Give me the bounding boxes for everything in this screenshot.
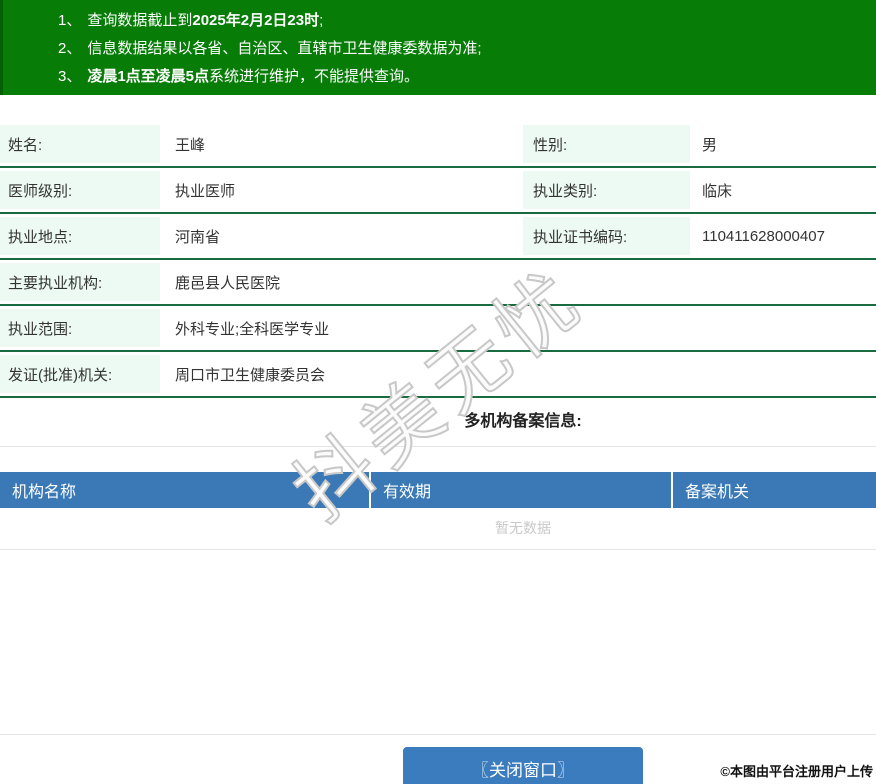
notice-number: 3、 <box>58 68 82 85</box>
field-value-practice-scope: 外科专业;全科医学专业 <box>175 320 330 338</box>
field-label-doctor-level: 医师级别: <box>0 168 160 212</box>
table-row: 主要执业机构: 鹿邑县人民医院 <box>0 260 876 306</box>
field-label-practice-category: 执业类别: <box>523 168 690 212</box>
record-table-header-authority: 备案机关 <box>685 484 750 501</box>
field-label-text: 执业类别: <box>533 182 598 200</box>
field-label-text: 执业地点: <box>8 228 73 246</box>
table-row: 姓名: 王峰 性别: 男 <box>0 122 876 168</box>
query-result-page: 1、 查询数据截止到2025年2月2日23时; 2、 信息数据结果以各省、自治区、直… <box>0 0 876 784</box>
record-table-empty-state: 暂无数据 <box>0 508 876 550</box>
table-row: 发证(批准)机关: 周口市卫生健康委员会 <box>0 352 876 398</box>
field-label-gender: 性别: <box>523 122 690 166</box>
notice-text-bold: 凌晨1点至凌晨5点 <box>87 68 210 85</box>
notice-text: 信息数据结果以各省、自治区、直辖市卫生健康委数据为准; <box>87 40 482 57</box>
footer-divider <box>0 734 876 735</box>
record-table-header-validity: 有效期 <box>371 472 673 508</box>
field-label-text: 医师级别: <box>8 182 73 200</box>
close-window-button[interactable]: 〖关闭窗口〗 <box>403 747 643 784</box>
field-label-practice-scope: 执业范围: <box>0 306 160 350</box>
notice-text: 系统进行维护，不能提供查询。 <box>209 68 420 85</box>
field-value-issuing-authority: 周口市卫生健康委员会 <box>175 366 326 384</box>
field-value-practice-location: 河南省 <box>175 228 221 246</box>
notice-line-2: 2、 信息数据结果以各省、自治区、直辖市卫生健康委数据为准; <box>3 35 876 63</box>
record-table-header-institution: 机构名称 <box>0 472 371 508</box>
field-label-text: 执业范围: <box>8 320 73 338</box>
field-label-issuing-authority: 发证(批准)机关: <box>0 352 160 396</box>
field-label-text: 主要执业机构: <box>8 274 103 292</box>
upload-stamp: ©本图由平台注册用户上传 <box>720 764 873 779</box>
notice-text: 查询数据截止到 <box>87 12 193 29</box>
notice-text: ; <box>319 12 324 29</box>
notice-number: 2、 <box>58 40 82 57</box>
practitioner-info-table: 姓名: 王峰 性别: 男 医师级别: 执业医师 执业类别: 临床 执业地点: 河… <box>0 122 876 398</box>
field-label-text: 性别: <box>533 136 568 154</box>
field-label-practice-location: 执业地点: <box>0 214 160 258</box>
table-row: 执业地点: 河南省 执业证书编码: 110411628000407 <box>0 214 876 260</box>
field-label-main-institution: 主要执业机构: <box>0 260 160 304</box>
field-value-main-institution: 鹿邑县人民医院 <box>175 274 281 292</box>
multi-institution-section-title: 多机构备案信息: <box>0 398 876 447</box>
record-table-header: 机构名称 有效期 备案机关 <box>0 472 876 508</box>
field-value-doctor-level: 执业医师 <box>175 182 236 200</box>
notice-number: 1、 <box>58 12 82 29</box>
field-label-text: 姓名: <box>8 136 43 154</box>
content-container: 姓名: 王峰 性别: 男 医师级别: 执业医师 执业类别: 临床 执业地点: 河… <box>0 122 876 550</box>
notice-line-3: 3、 凌晨1点至凌晨5点系统进行维护，不能提供查询。 <box>3 63 876 91</box>
table-row: 执业范围: 外科专业;全科医学专业 <box>0 306 876 352</box>
notice-line-1: 1、 查询数据截止到2025年2月2日23时; <box>3 7 876 35</box>
field-value-practice-category: 临床 <box>702 182 733 200</box>
notice-banner: 1、 查询数据截止到2025年2月2日23时; 2、 信息数据结果以各省、自治区、直… <box>0 0 876 95</box>
field-value-gender: 男 <box>702 136 718 154</box>
notice-text-bold: 2025年2月2日23时 <box>192 12 320 29</box>
table-row: 医师级别: 执业医师 执业类别: 临床 <box>0 168 876 214</box>
field-label-certificate-number: 执业证书编码: <box>523 214 690 258</box>
field-label-text: 发证(批准)机关: <box>8 366 113 384</box>
field-value-name: 王峰 <box>175 136 206 154</box>
field-label-name: 姓名: <box>0 122 160 166</box>
field-value-certificate-number: 110411628000407 <box>702 227 825 245</box>
field-label-text: 执业证书编码: <box>533 228 628 246</box>
